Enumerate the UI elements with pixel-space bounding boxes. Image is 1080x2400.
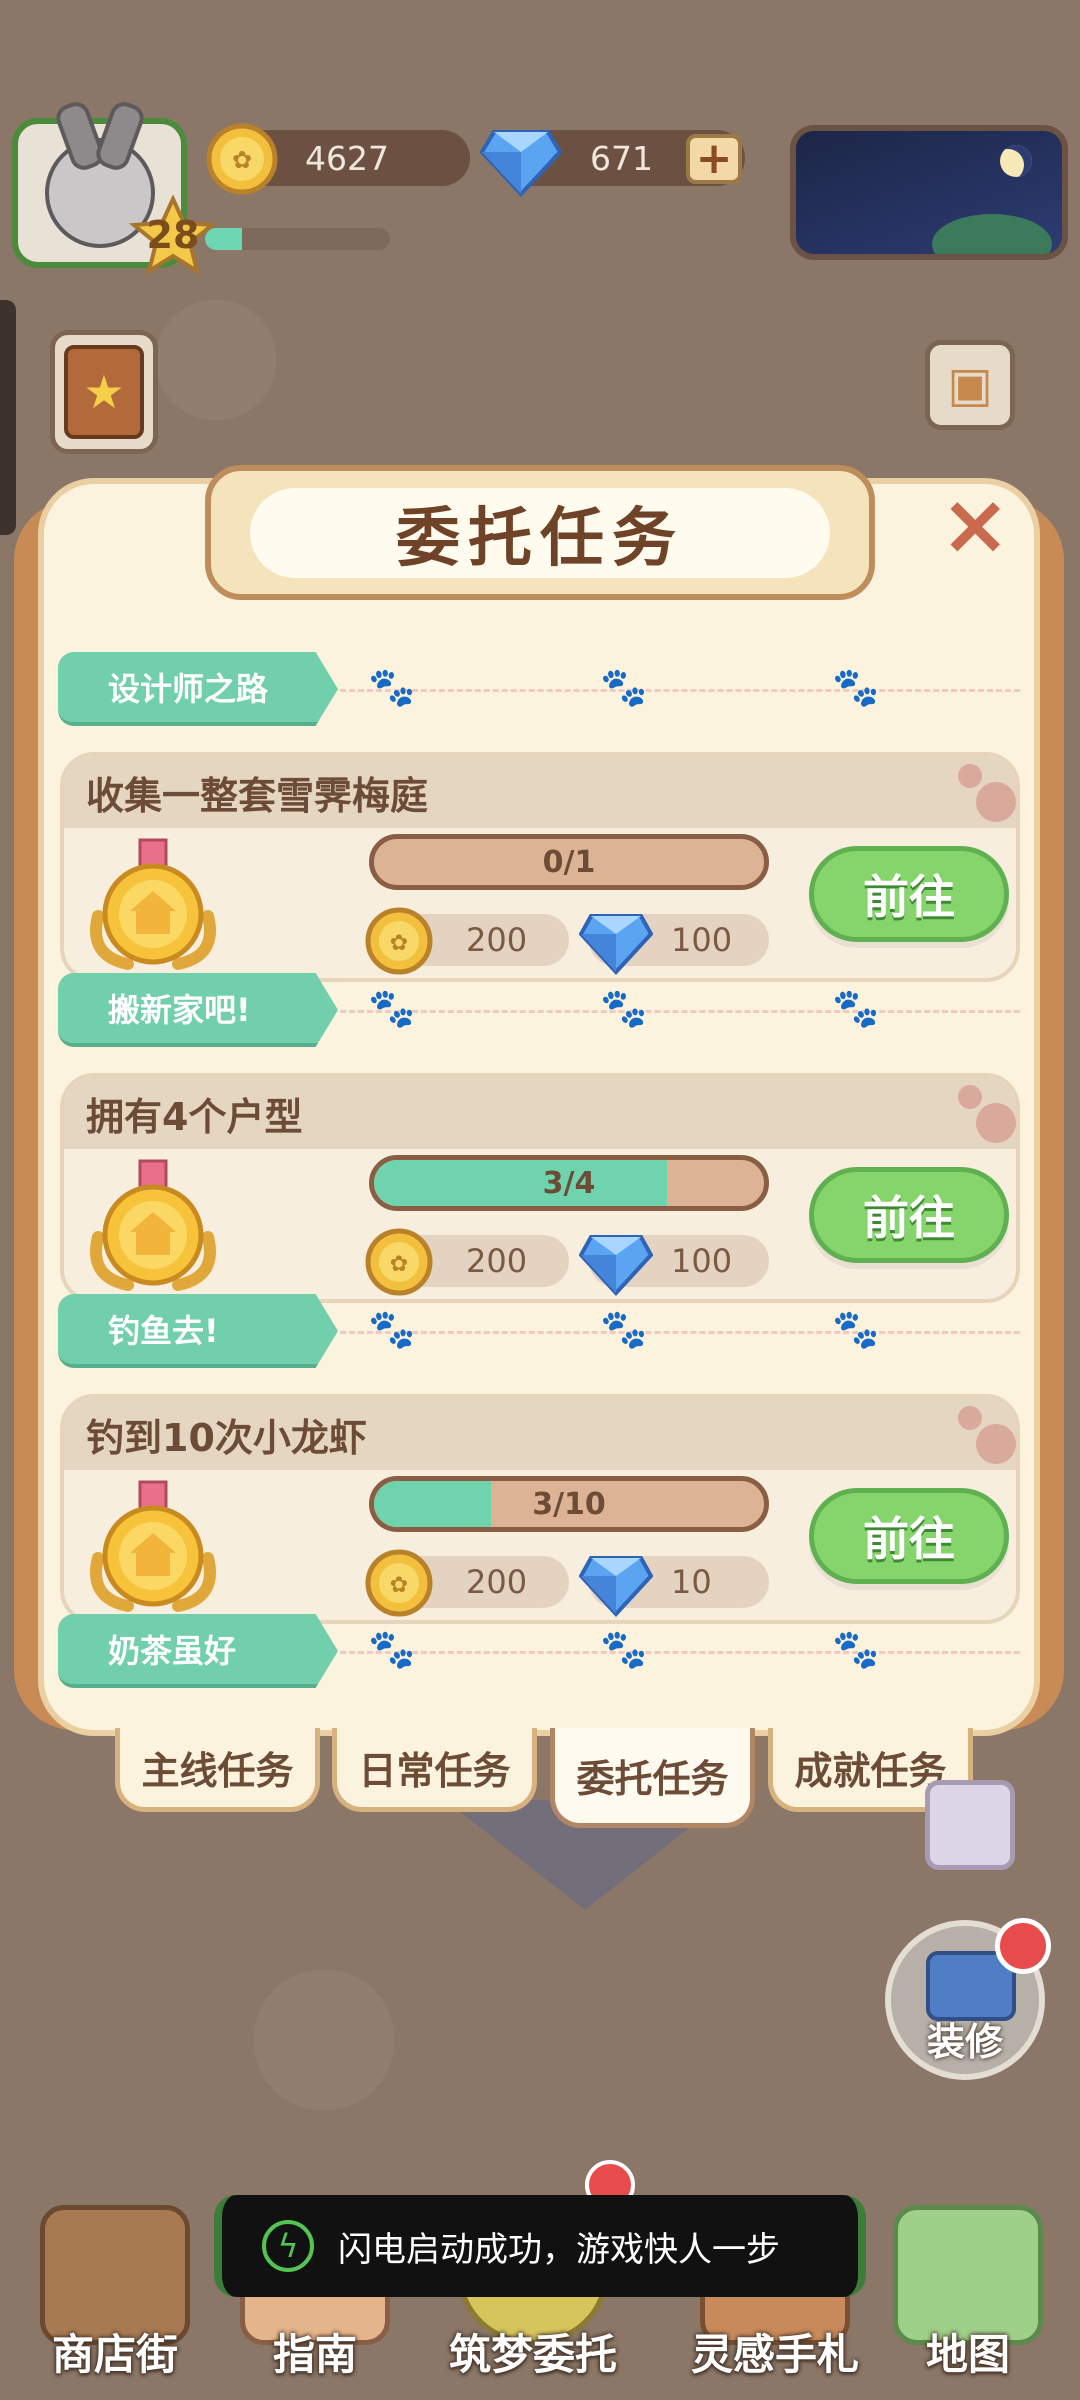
close-button[interactable]: × — [940, 482, 1010, 566]
paw-icon: 🐾 — [600, 665, 648, 709]
task-title: 钓到10次小龙虾 — [64, 1398, 1016, 1470]
nav-label: 商店街 — [51, 2330, 178, 2379]
paw-icon: 🐾 — [832, 665, 880, 709]
diamond-icon — [480, 130, 562, 197]
nav-label: 灵感手札 — [690, 2330, 859, 2379]
cloud-decoration-icon — [950, 762, 1016, 822]
side-drawer-handle[interactable] — [0, 300, 16, 535]
section-divider — [340, 1331, 1020, 1334]
hill-decoration — [932, 214, 1052, 254]
nav-label: 筑梦委托 — [448, 2330, 617, 2379]
task-progress-bar: 0/1 — [369, 834, 769, 890]
task-progress-bar: 3/10 — [369, 1476, 769, 1532]
task-card: 收集一整套雪霁梅庭 0/1 200 ✿ 100 前往 — [60, 752, 1020, 982]
coin-icon: ✿ — [364, 1548, 434, 1618]
gem-amount: 671 — [590, 138, 653, 178]
side-card-button[interactable] — [925, 1780, 1015, 1870]
xp-bar-fill — [205, 228, 242, 250]
cloud-decoration-icon — [950, 1083, 1016, 1143]
coin-icon: ✿ — [206, 123, 278, 195]
task-progress-text: 0/1 — [542, 844, 596, 880]
section-tag: 奶茶虽好 — [58, 1614, 338, 1688]
task-title: 收集一整套雪霁梅庭 — [64, 756, 1016, 828]
box-icon: ▣ — [947, 357, 993, 413]
svg-text:✿: ✿ — [390, 1252, 408, 1277]
coin-amount: 4627 — [305, 138, 389, 178]
paw-icon: 🐾 — [832, 986, 880, 1030]
task-card: 钓到10次小龙虾 3/10 200 ✿ 10 前往 — [60, 1394, 1020, 1624]
nav-map[interactable]: 地图 — [868, 2195, 1068, 2400]
paw-icon: 🐾 — [368, 665, 416, 709]
task-progress-text: 3/4 — [542, 1165, 596, 1201]
panel-title-plate: 委托任务 — [205, 465, 875, 600]
section-divider — [340, 1651, 1020, 1654]
add-gems-button[interactable]: + — [686, 134, 742, 184]
go-button[interactable]: 前往 — [809, 846, 1009, 942]
section-tag: 设计师之路 — [58, 652, 338, 726]
svg-text:✿: ✿ — [232, 146, 252, 174]
paw-icon: 🐾 — [368, 986, 416, 1030]
nav-label: 指南 — [272, 2330, 357, 2379]
medal-icon — [78, 836, 228, 976]
task-progress-text: 3/10 — [532, 1486, 606, 1522]
paw-icon: 🐾 — [368, 1627, 416, 1671]
tab-daily-quests[interactable]: 日常任务 — [332, 1728, 537, 1812]
toast-text: 闪电启动成功，游戏快人一步 — [338, 2229, 780, 2270]
section-tag: 搬新家吧! — [58, 973, 338, 1047]
task-title: 拥有4个户型 — [64, 1077, 1016, 1149]
box-button[interactable]: ▣ — [925, 340, 1015, 430]
xp-bar — [205, 228, 390, 250]
medal-icon — [78, 1478, 228, 1618]
coin-icon: ✿ — [364, 906, 434, 976]
tab-main-quests[interactable]: 主线任务 — [115, 1728, 320, 1812]
paw-icon: 🐾 — [600, 986, 648, 1030]
paw-icon: 🐾 — [368, 1307, 416, 1351]
toast-message: ϟ 闪电启动成功，游戏快人一步 — [214, 2195, 866, 2297]
diamond-icon — [578, 1227, 654, 1297]
tab-commission-quests[interactable]: 委托任务 — [550, 1728, 755, 1828]
go-button[interactable]: 前往 — [809, 1167, 1009, 1263]
collection-book-button[interactable]: ★ — [50, 330, 158, 454]
paw-icon: 🐾 — [600, 1307, 648, 1351]
diamond-icon — [578, 906, 654, 976]
medal-icon — [78, 1157, 228, 1297]
paw-icon: 🐾 — [600, 1627, 648, 1671]
notification-dot — [995, 1918, 1051, 1974]
panel-title: 委托任务 — [250, 487, 830, 578]
diamond-icon — [578, 1548, 654, 1618]
task-progress-bar: 3/4 — [369, 1155, 769, 1211]
section-tag: 钓鱼去! — [58, 1294, 338, 1368]
nav-shop-street[interactable]: 商店街 — [15, 2195, 215, 2400]
paw-icon: 🐾 — [832, 1307, 880, 1351]
moon-icon — [1000, 145, 1032, 177]
svg-text:✿: ✿ — [390, 1573, 408, 1598]
cloud-decoration-icon — [950, 1404, 1016, 1464]
star-book-icon: ★ — [64, 345, 144, 439]
section-divider — [340, 1010, 1020, 1013]
svg-text:✿: ✿ — [390, 931, 408, 956]
task-card: 拥有4个户型 3/4 200 ✿ 100 前往 — [60, 1073, 1020, 1303]
lightning-icon: ϟ — [262, 2220, 314, 2272]
nav-label: 地图 — [925, 2330, 1010, 2379]
go-button[interactable]: 前往 — [809, 1488, 1009, 1584]
night-scene-card[interactable] — [790, 125, 1068, 260]
level-number: 28 — [146, 213, 200, 257]
section-divider — [340, 689, 1020, 692]
coin-icon: ✿ — [364, 1227, 434, 1297]
paw-icon: 🐾 — [832, 1627, 880, 1671]
